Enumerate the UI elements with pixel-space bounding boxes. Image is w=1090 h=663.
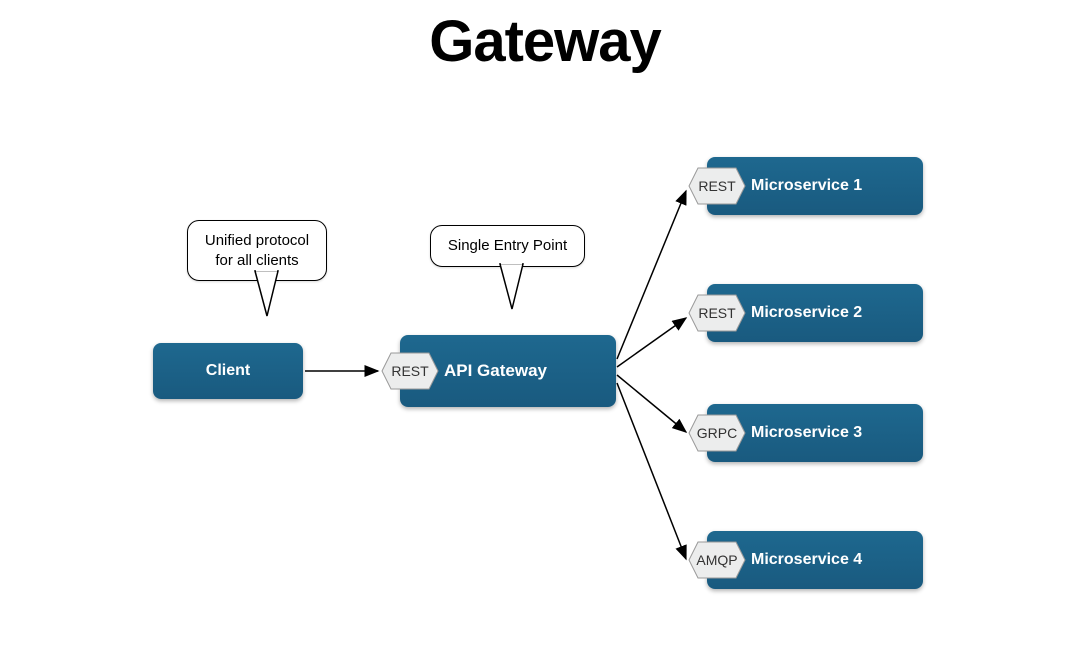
protocol-badge-ms3: GRPC: [688, 414, 746, 452]
protocol-badge-gateway: REST: [381, 352, 439, 390]
callout-tail-icon: [497, 263, 529, 318]
protocol-badge-ms4: AMQP: [688, 541, 746, 579]
protocol-label: REST: [698, 305, 735, 321]
protocol-label: REST: [391, 363, 428, 379]
node-label: Microservice 3: [751, 424, 862, 442]
protocol-label: REST: [698, 178, 735, 194]
callout-entry-point: Single Entry Point: [430, 225, 585, 267]
callout-text: Single Entry Point: [448, 237, 567, 254]
node-label: Client: [206, 362, 250, 380]
node-label: API Gateway: [444, 361, 547, 381]
callout-tail-icon: [252, 270, 284, 325]
node-label: Microservice 1: [751, 177, 862, 195]
diagram-title: Gateway: [429, 8, 661, 75]
protocol-badge-ms2: REST: [688, 294, 746, 332]
protocol-label: GRPC: [697, 425, 737, 441]
node-client: Client: [153, 343, 303, 399]
protocol-badge-ms1: REST: [688, 167, 746, 205]
node-label: Microservice 2: [751, 304, 862, 322]
node-label: Microservice 4: [751, 551, 862, 569]
arrows-layer: [0, 0, 1090, 663]
protocol-label: AMQP: [696, 552, 737, 568]
callout-text: Unified protocol for all clients: [205, 232, 309, 269]
